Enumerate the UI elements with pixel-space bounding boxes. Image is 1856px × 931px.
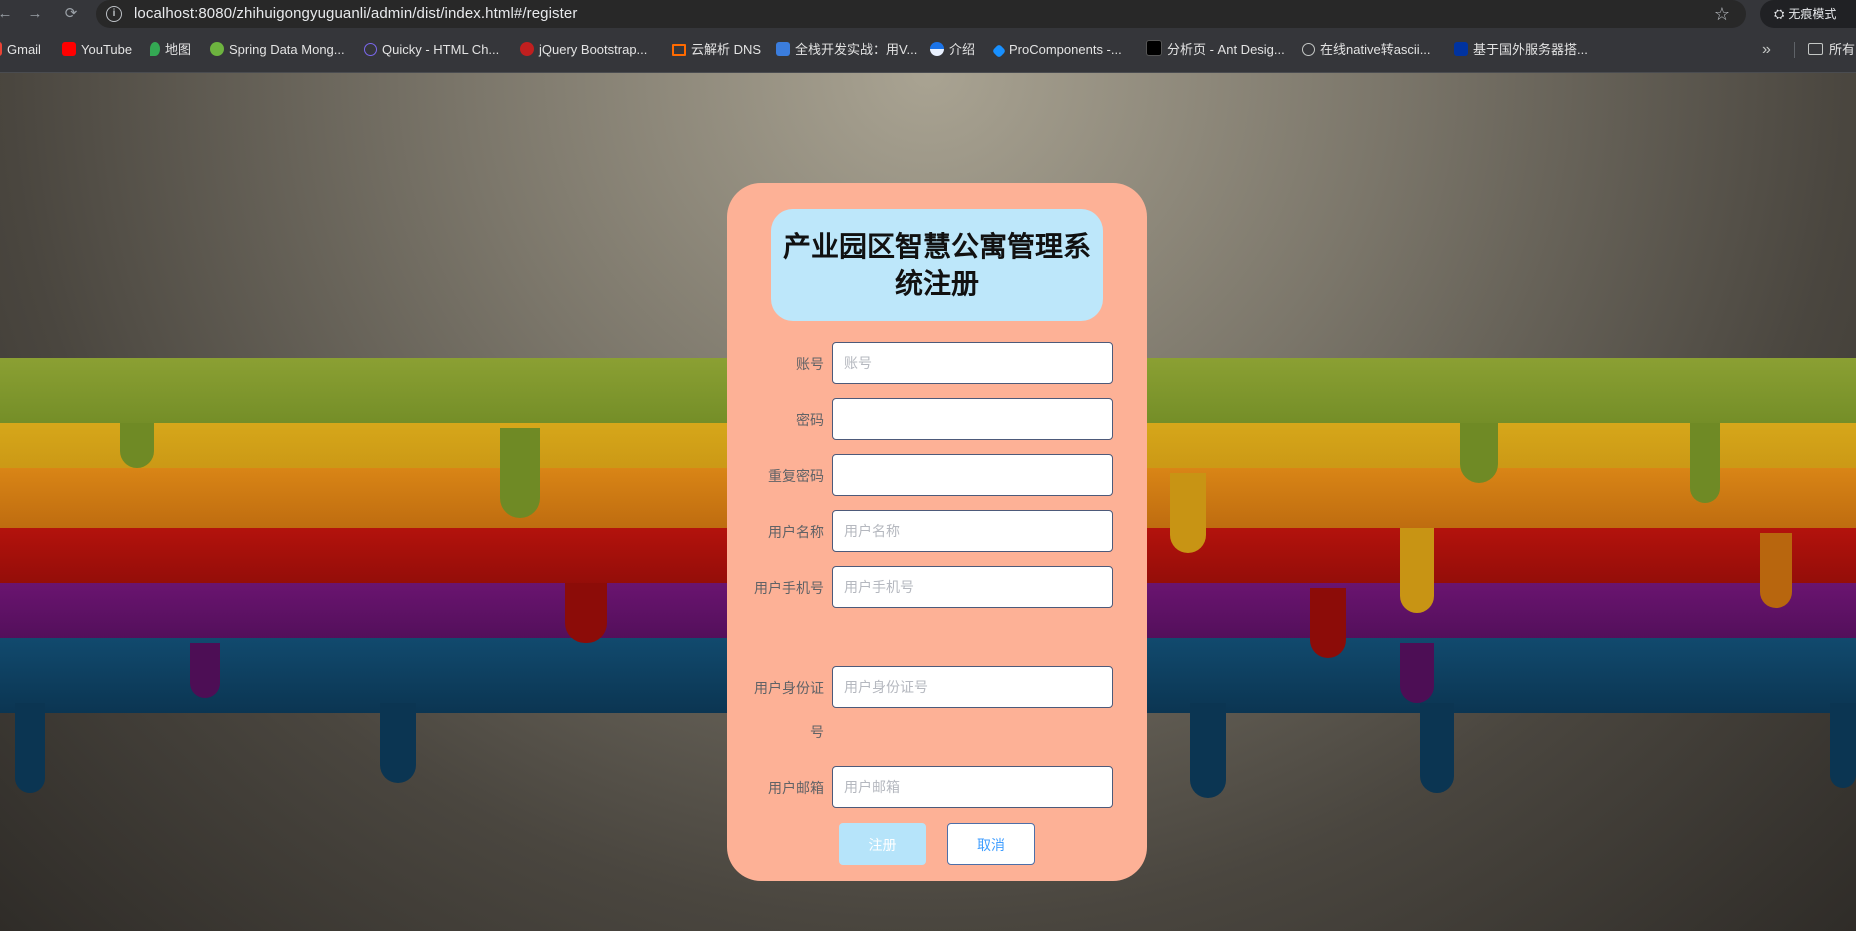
paint-drip [500,428,540,518]
paint-drip [190,643,220,698]
bookmark-fullstack[interactable]: 全栈开发实战：用V... [776,28,917,72]
bookmark-ant-analysis[interactable]: 分析页 - Ant Desig... [1146,28,1285,72]
username-input[interactable] [832,510,1113,552]
repeat-password-label: 重复密码 [768,468,824,484]
youtube-icon [62,42,76,56]
account-input[interactable] [832,342,1113,384]
email-input[interactable] [832,766,1113,808]
bookmark-aliyun-dns[interactable]: 云解析 DNS [672,28,761,72]
back-icon[interactable]: ← [0,2,18,26]
forward-icon[interactable]: → [22,2,48,26]
address-bar[interactable]: i localhost:8080/zhihuigongyuguanli/admi… [96,0,1746,28]
flag-icon [1454,42,1468,56]
folder-icon [1808,43,1823,55]
globe-icon [1302,43,1315,56]
bookmark-intro[interactable]: 介绍 [930,28,975,72]
email-label: 用户邮箱 [768,780,824,796]
globe-blue-icon [930,42,944,56]
maps-icon [150,42,160,56]
incognito-label: 无痕模式 [1788,7,1837,21]
id-number-label: 用户身份证号 [754,680,824,740]
account-label: 账号 [796,356,824,372]
username-label: 用户名称 [768,524,824,540]
incognito-icon: ⛭ [1774,6,1785,21]
bookmark-youtube[interactable]: YouTube [62,28,132,72]
bookmark-quicky[interactable]: Quicky - HTML Ch... [364,28,499,72]
m-icon [776,42,790,56]
aliyun-icon [672,44,686,56]
bookmark-gmail[interactable]: Gmail [0,28,41,72]
cancel-button[interactable]: 取消 [947,823,1035,865]
paint-drip [565,583,607,643]
paint-drip [1400,643,1434,703]
paint-drip [1460,423,1498,483]
paint-drip [1420,703,1454,793]
paint-drip [380,703,416,783]
paint-drip [1690,423,1720,503]
id-number-input[interactable] [832,666,1113,708]
paint-drip [1170,473,1206,553]
site-info-icon[interactable]: i [106,6,122,22]
bookmark-star-icon[interactable]: ☆ [1714,0,1730,28]
more-bookmarks-icon[interactable]: » [1762,28,1771,72]
paint-drip [120,423,154,468]
bookmark-jquery[interactable]: jQuery Bootstrap... [520,28,647,72]
bookmark-procomponents[interactable]: ProComponents -... [991,28,1122,72]
paint-drip [1760,533,1792,608]
paint-drip [1830,703,1856,788]
title-box: 产业园区智慧公寓管理系统注册 [771,209,1103,321]
pro-icon [1146,40,1162,56]
phone-label: 用户手机号 [754,580,824,596]
bookmark-spring[interactable]: Spring Data Mong... [210,28,345,72]
register-card: 产业园区智慧公寓管理系统注册 账号 密码 重复密码 用户名称 用户手机号 用户身… [727,183,1147,881]
antd-icon [991,43,1007,59]
all-bookmarks-folder[interactable]: 所有 [1808,28,1855,72]
page-title: 产业园区智慧公寓管理系统注册 [782,231,1091,299]
bookmark-native-ascii[interactable]: 在线native转ascii... [1302,28,1431,72]
password-label: 密码 [796,412,824,428]
jquery-icon [520,42,534,56]
paint-drip [15,703,45,793]
browser-toolbar: ← → ⟳ i localhost:8080/zhihuigongyuguanl… [0,0,1856,28]
url-text[interactable]: localhost:8080/zhihuigongyuguanli/admin/… [134,0,577,28]
paint-drip [1310,588,1346,658]
repeat-password-input[interactable] [832,454,1113,496]
bookmark-foreign-server[interactable]: 基于国外服务器搭... [1454,28,1588,72]
bookmarks-bar: Gmail YouTube 地图 Spring Data Mong... Qui… [0,28,1856,73]
paint-drip [1190,703,1226,798]
incognito-indicator[interactable]: ⛭ 无痕模式 [1760,0,1856,28]
bookmarks-divider [1794,42,1795,58]
gmail-icon [0,42,2,56]
bookmark-maps[interactable]: 地图 [150,28,191,72]
spring-icon [210,42,224,56]
reload-icon[interactable]: ⟳ [58,2,84,26]
paint-drip [1400,528,1434,613]
password-input[interactable] [832,398,1113,440]
register-button[interactable]: 注册 [839,823,926,865]
quicky-icon [364,43,377,56]
phone-input[interactable] [832,566,1113,608]
